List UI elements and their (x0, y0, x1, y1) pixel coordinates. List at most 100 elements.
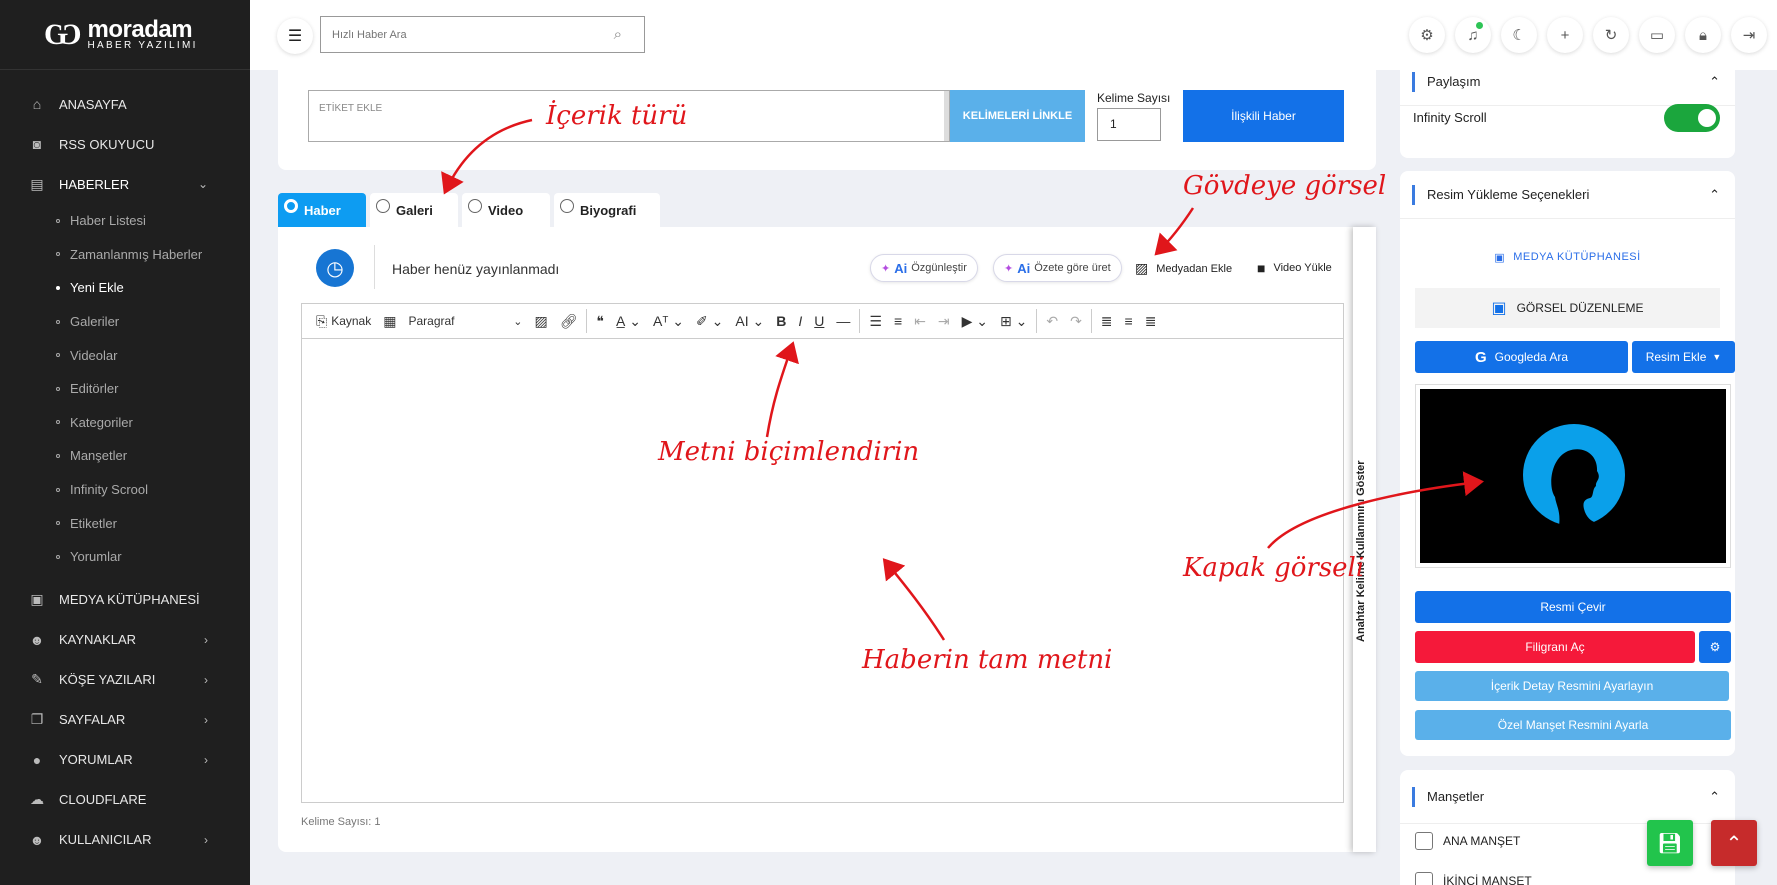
detail-image-button[interactable]: İçerik Detay Resmini Ayarlayın (1415, 671, 1729, 701)
word-count-input[interactable]: 1 (1097, 108, 1161, 141)
logout-icon[interactable]: ⇥ (1731, 17, 1767, 53)
tab-haber[interactable]: Haber (278, 193, 366, 227)
plus-icon[interactable]: + (1547, 17, 1583, 53)
underline-icon[interactable]: U (808, 306, 830, 336)
brand-logo[interactable]: Ѡ moradam HABER YAZILIMI (0, 0, 250, 70)
sidebar-subitem-etiketler[interactable]: Etiketler (0, 506, 250, 540)
cover-image[interactable] (1415, 384, 1731, 568)
refresh-icon[interactable]: ↻ (1593, 17, 1629, 53)
upload-video-button[interactable]: ■ Video Yükle (1257, 260, 1332, 276)
sidebar-item-rss[interactable]: ◙ RSS OKUYUCU (0, 124, 250, 164)
add-image-dropdown[interactable]: Resim Ekle ▼ (1632, 341, 1735, 373)
bell-icon[interactable]: ♫ (1455, 17, 1491, 53)
bulleted-list-icon[interactable]: ☰ (863, 306, 888, 336)
align-left-icon[interactable]: ≣ (1095, 306, 1119, 336)
template-icon[interactable]: ▦ (377, 306, 402, 336)
sidebar-item-yorumlar[interactable]: ● YORUMLAR › (0, 740, 250, 780)
infinity-scroll-toggle[interactable] (1664, 104, 1720, 132)
sidebar-subitem-kategoriler[interactable]: Kategoriler (0, 406, 250, 440)
radio-button[interactable] (376, 199, 390, 213)
checkbox-ana-manset[interactable]: ANA MANŞET (1415, 832, 1520, 850)
moon-icon[interactable]: ☾ (1501, 17, 1537, 53)
chevron-up-icon[interactable]: ⌃ (1709, 74, 1720, 90)
ai-rewrite-button[interactable]: ✦ Ai Özgünleştir (870, 254, 978, 282)
sidebar-item-medya[interactable]: ▣ MEDYA KÜTÜPHANESİ (0, 580, 250, 620)
source-button[interactable]: ⎘ Kaynak (310, 306, 377, 336)
chevron-up-icon[interactable]: ⌃ (1709, 789, 1720, 805)
rotate-image-button[interactable]: Resmi Çevir (1415, 591, 1731, 623)
sidebar-item-sayfalar[interactable]: ❐ SAYFALAR › (0, 700, 250, 740)
sidebar-item-kaynaklar[interactable]: ☻ KAYNAKLAR › (0, 620, 250, 660)
sidebar-item-haberler[interactable]: ▤ HABERLER ⌄ (0, 164, 250, 204)
radio-button[interactable] (468, 199, 482, 213)
font-size-icon[interactable]: Aᵀ ⌄ (647, 306, 690, 336)
save-button[interactable]: 💾︎ (1647, 820, 1693, 866)
horizontal-line-icon[interactable]: — (830, 306, 856, 336)
monitor-icon[interactable]: ▭ (1639, 17, 1675, 53)
media-library-button[interactable]: ▣ MEDYA KÜTÜPHANESİ (1415, 237, 1720, 277)
tab-biyografi[interactable]: Biyografi (554, 193, 660, 227)
scroll-top-button[interactable]: ⌃ (1711, 820, 1757, 866)
sidebar-subitem-editorler[interactable]: Editörler (0, 372, 250, 406)
align-center-icon[interactable]: ≡ (1119, 306, 1139, 336)
word-count-label: Kelime Sayısı (1097, 91, 1171, 105)
lock-icon[interactable]: 🔒︎ (1685, 17, 1721, 53)
font-color-icon[interactable]: A̲ ⌄ (610, 306, 647, 336)
search-input[interactable] (332, 28, 602, 41)
google-search-button[interactable]: G Googleda Ara (1415, 341, 1628, 373)
related-news-button[interactable]: İlişkili Haber (1183, 90, 1344, 142)
align-right-icon[interactable]: ≣ (1139, 306, 1163, 336)
link-icon[interactable]: 🔗︎ (554, 306, 584, 336)
tab-video[interactable]: Video (462, 193, 550, 227)
redo-icon[interactable]: ↷ (1064, 306, 1088, 336)
menu-toggle-button[interactable]: ☰ (277, 18, 313, 54)
radio-button[interactable] (284, 199, 298, 213)
blockquote-icon[interactable]: ❝ (590, 306, 610, 336)
media-embed-icon[interactable]: ▶ ⌄ (956, 306, 994, 336)
sidebar-item-kose-yazilari[interactable]: ✎ KÖŞE YAZILARI › (0, 660, 250, 700)
sidebar-item-cloudflare[interactable]: ☁ CLOUDFLARE (0, 780, 250, 820)
sidebar-subitem-mansetler[interactable]: Manşetler (0, 439, 250, 473)
outdent-icon[interactable]: ⇤ (908, 306, 932, 336)
italic-icon[interactable]: I (792, 306, 808, 336)
ai-summary-button[interactable]: ✦ Ai Özete göre üret (993, 254, 1122, 282)
notification-dot (1476, 22, 1483, 29)
sidebar-subitem-infinity[interactable]: Infinity Scrool (0, 473, 250, 507)
undo-icon[interactable]: ↶ (1040, 306, 1064, 336)
table-icon[interactable]: ⊞ ⌄ (994, 306, 1033, 336)
bold-icon[interactable]: B (770, 306, 792, 336)
sidebar-subitem-yorumlar[interactable]: Yorumlar (0, 540, 250, 574)
sidebar-subitem-galeriler[interactable]: Galeriler (0, 305, 250, 339)
insert-image-icon[interactable]: ▨ (528, 306, 553, 336)
share-card-header[interactable]: Paylaşım ⌃ (1400, 58, 1735, 106)
ai-text-icon[interactable]: AI ⌄ (729, 306, 770, 336)
highlight-icon[interactable]: ✐ ⌄ (690, 306, 729, 336)
radio-button[interactable] (560, 199, 574, 213)
watermark-button[interactable]: Filigranı Aç (1415, 631, 1695, 663)
clock-icon[interactable]: ◷ (316, 249, 354, 287)
image-options-header[interactable]: Resim Yükleme Seçenekleri ⌃ (1400, 171, 1735, 219)
headlines-header[interactable]: Manşetler ⌃ (1400, 770, 1735, 824)
sidebar-subitem-videolar[interactable]: Videolar (0, 338, 250, 372)
watermark-settings-button[interactable]: ⚙ (1699, 631, 1731, 663)
gear-icon[interactable]: ⚙ (1409, 17, 1445, 53)
paragraph-select[interactable]: Paragraf ⌄ (402, 306, 528, 336)
sidebar-item-kullanicilar[interactable]: ☻ KULLANICILAR › (0, 820, 250, 860)
infinity-scroll-label: Infinity Scroll (1413, 110, 1487, 125)
link-keywords-button[interactable]: KELİMELERİ LİNKLE (950, 90, 1085, 142)
chevron-up-icon[interactable]: ⌃ (1709, 187, 1720, 203)
sidebar-subitem-haber-listesi[interactable]: Haber Listesi (0, 204, 250, 238)
sidebar-item-anasayfa[interactable]: ⌂ ANASAYFA (0, 84, 250, 124)
tab-galeri[interactable]: Galeri (370, 193, 458, 227)
search-icon[interactable]: ⌕ (614, 26, 622, 43)
indent-icon[interactable]: ⇥ (932, 306, 956, 336)
add-from-media-button[interactable]: ▨ Medyadan Ekle (1135, 260, 1232, 277)
image-edit-button[interactable]: ▣ GÖRSEL DÜZENLEME (1415, 288, 1720, 328)
headline-image-button[interactable]: Özel Manşet Resmini Ayarla (1415, 710, 1731, 740)
checkbox-ikinci-manset[interactable]: İKİNCİ MANŞET (1415, 872, 1532, 885)
sidebar-subitem-yeni-ekle[interactable]: Yeni Ekle (0, 271, 250, 305)
chevron-right-icon: › (204, 632, 208, 647)
keyword-usage-strip[interactable]: Anahtar Kelime Kullanımını Göster (1353, 227, 1376, 852)
numbered-list-icon[interactable]: ≡ (888, 306, 908, 336)
sidebar-subitem-zamanlanmis[interactable]: Zamanlanmış Haberler (0, 238, 250, 272)
